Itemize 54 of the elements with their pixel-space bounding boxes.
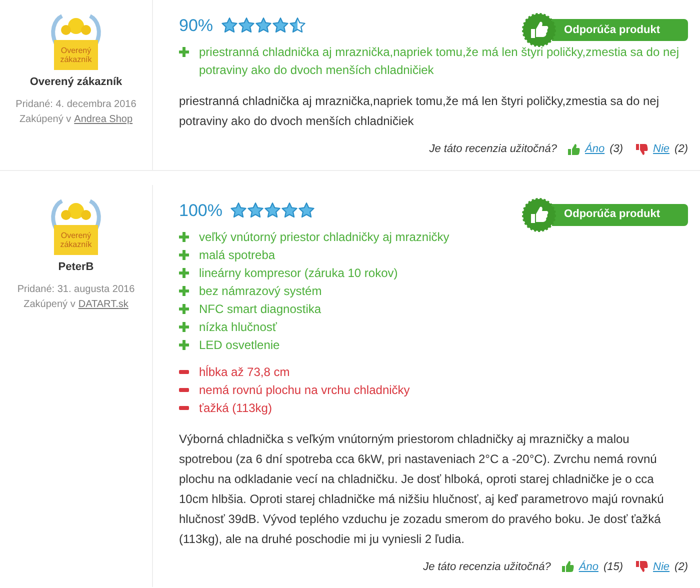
not-helpful-link[interactable]: Nie [653,141,670,158]
author-name: PeterB [58,260,94,274]
minus-icon [179,388,189,392]
plus-icon [179,250,189,260]
thumbs-up-icon [568,144,580,155]
helpful-yes-link[interactable]: Áno [578,558,598,575]
purchase-label: Zakúpený v [24,298,76,312]
pro-item: nízka hlučnosť [199,318,277,336]
helpful-question: Je táto recenzia užitočná? [429,142,557,157]
plus-icon [179,340,189,350]
minus-icon [179,370,189,374]
minus-icon [179,406,189,410]
date-added: Pridané: 4. decembra 2016 [16,98,136,112]
pro-item: NFC smart diagnostika [199,300,322,318]
helpful-question: Je táto recenzia užitočná? [423,560,551,574]
shop-link[interactable]: DATART.sk [78,296,128,312]
helpful-yes-link[interactable]: Áno [585,141,605,158]
pro-item: veľký vnútorný priestor chladničky aj mrazničky [199,228,450,246]
plus-icon [179,322,189,332]
thumbs-down-icon [636,144,648,155]
pro-item: LED osvetlenie [199,336,280,354]
thumbs-up-icon [562,561,574,572]
shop-link[interactable]: Andrea Shop [74,112,133,127]
plus-icon [179,232,189,242]
yes-count: (15) [603,560,624,574]
purchase-label: Zakúpený v [19,113,72,127]
recommend-badge: Odporúča produkt [552,204,688,226]
review-text: Výborná chladnička s veľkým vnútorným priestorom chladničky aj mrazničky a malou spotrebou (za 6 dní spotreba cca 6kW, pri nastaveniach 2°C a -20°C). Zvrchu nemá rovnú plochu na odkladanie vecí na chladničku. Je dosť hlboká, oproti starej chladničke je o cca 10cm hlbšia. Oproti starej chladničke má nižšiu hlučnosť, aj keď parametrovo majú rovnakú hlučnosť 39dB. Vývod teplého vzduchu je zozadu smerom do pravého boku. Je dosť ťažká (113kg), ale na druhé poschodie mi ju vyniesli 2 ľudia. [179,430,665,548]
no-count: (2) [674,560,688,574]
verified-badge: Overený zákazník [48,12,104,70]
no-count: (2) [674,142,688,157]
yes-count: (3) [610,142,624,157]
plus-icon [179,304,189,314]
rating-percent: 100% [179,200,222,222]
thumbs-up-icon [522,198,556,232]
review-text: priestranná chladnička aj mraznička,napriek tomu,že má len štyri poličky,zmestia sa do nej potraviny ako do dvoch menších chladničiek [179,93,660,130]
pro-item: malá spotreba [199,246,276,264]
pro-item: priestranná chladnička aj mraznička,napriek tomu,že má len štyri poličky,zmestia sa do nej potraviny ako do dvoch menších chladničiek [199,44,680,79]
date-added: Pridané: 31. augusta 2016 [17,282,135,296]
plus-icon [179,286,189,296]
not-helpful-link[interactable]: Nie [653,558,670,575]
verified-badge: Overený zákazník [48,196,104,254]
recommend-badge: Odporúča produkt [552,19,688,41]
pro-item: lineárny kompresor (záruka 10 rokov) [199,264,398,282]
author-name: Overený zákazník [30,75,122,90]
thumbs-down-icon [636,561,648,572]
rating-percent: 90% [179,15,214,37]
plus-icon [179,268,189,278]
con-item: ťažká (113kg) [199,400,272,416]
plus-icon [179,47,189,57]
pro-item: bez námrazový systém [199,282,322,300]
con-item: hĺbka až 73,8 cm [199,364,290,380]
con-item: nemá rovnú plochu na vrchu chladničky [199,382,410,398]
thumbs-up-icon [522,13,556,47]
